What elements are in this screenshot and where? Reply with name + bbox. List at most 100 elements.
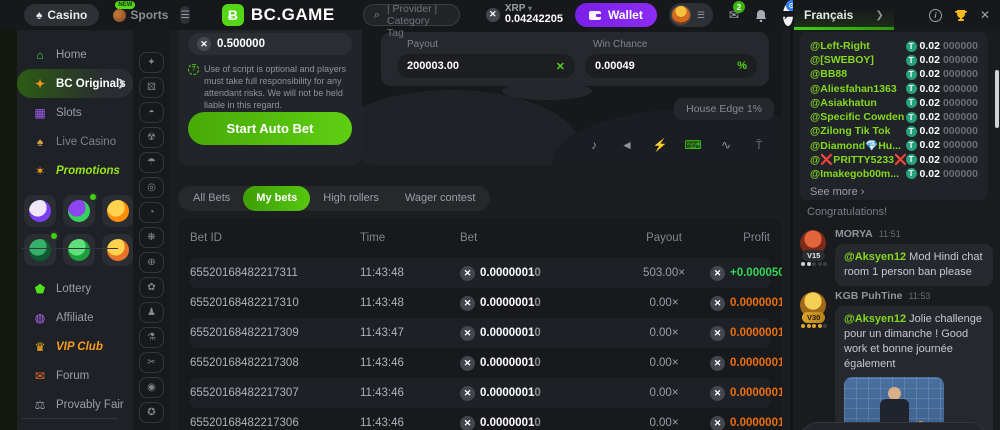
usdt-coin-icon: T — [906, 154, 917, 165]
sidebar-item-forum[interactable]: ✉ Forum — [17, 361, 133, 390]
tip-username[interactable]: @Aliesfahan1363 — [810, 83, 897, 95]
game-search-input[interactable]: ⌕ Game name | Provider | Category Tag — [363, 4, 460, 26]
tip-row[interactable]: @Zilong Tik Tok T 0.02000000 — [810, 124, 978, 138]
comet-game-icon[interactable]: ✦ — [139, 52, 164, 73]
messages-button[interactable]: ✉ 2 — [729, 6, 739, 24]
chat-scrollbar[interactable] — [995, 70, 999, 128]
table-row[interactable]: 65520168482217307 11:43:46 ✕ 0.00000010 … — [190, 378, 770, 408]
promo-tile[interactable] — [63, 195, 95, 227]
chat-rewards-button[interactable] — [954, 9, 968, 22]
casino-toggle[interactable]: ♠ Casino — [24, 4, 99, 26]
table-row[interactable]: 65520168482217311 11:43:48 ✕ 0.00000010 … — [190, 258, 770, 288]
tab-my-bets[interactable]: My bets — [243, 186, 310, 211]
win-chance-input[interactable]: 0.00049 % — [585, 54, 757, 78]
chat-username[interactable]: MORYA — [835, 228, 873, 240]
sidebar-item-label: Lottery — [56, 283, 91, 295]
tab-high-rollers[interactable]: High rollers — [310, 186, 392, 211]
promo-tile[interactable] — [102, 195, 133, 227]
trends-icon[interactable]: ∿ — [719, 138, 733, 152]
sidebar-item-vip-club[interactable]: ♛ VIP Club — [17, 332, 133, 361]
tip-username[interactable]: @Imakegob00m... — [810, 168, 899, 180]
table-row[interactable]: 65520168482217310 11:43:48 ✕ 0.00000010 … — [190, 288, 770, 318]
table-row[interactable]: 65520168482217306 11:43:46 ✕ 0.00000010 … — [190, 408, 770, 430]
tip-row[interactable]: @[SWEBOY] T 0.02000000 — [810, 53, 978, 67]
promo-tile[interactable] — [63, 234, 95, 266]
target-game-icon[interactable]: ◎ — [139, 177, 164, 198]
promo-tile[interactable] — [102, 234, 133, 266]
tip-username[interactable]: @Left-Right — [810, 40, 870, 52]
tip-username[interactable]: @Zilong Tik Tok — [810, 125, 890, 137]
bc-game-logo[interactable]: Ƀ BC.GAME — [222, 4, 335, 26]
bet-amount-input[interactable]: ✕ 0.500000 — [188, 33, 352, 55]
sidebar-item-lottery[interactable]: ⬟ Lottery — [17, 274, 133, 303]
promo-tile[interactable] — [24, 195, 56, 227]
tab-wager-contest[interactable]: Wager contest — [392, 186, 489, 211]
promo-tile-art — [29, 200, 51, 222]
crash-game-icon[interactable]: ◓ — [139, 102, 164, 123]
sidebar-item-bc-originals[interactable]: ✦ BC Originals ❯ — [17, 69, 133, 98]
bell-icon — [755, 9, 767, 22]
chat-close-button[interactable]: ✕ — [980, 8, 990, 22]
promo-tile[interactable] — [24, 234, 56, 266]
menu-toggle-button[interactable]: ☰ — [180, 6, 190, 24]
sidebar-item-provably-fair[interactable]: ⚖ Provably Fair — [17, 390, 133, 419]
turbo-icon[interactable]: ⚡ — [653, 138, 667, 152]
sidebar-item-affiliate[interactable]: ◍ Affiliate — [17, 303, 133, 332]
chat-message-input[interactable] — [800, 422, 988, 430]
balance-selector[interactable]: ✕ XRP ▾ 0.04242205 — [486, 4, 563, 26]
tip-row[interactable]: @Imakegob00m... T 0.02000000 — [810, 167, 978, 181]
eye-game-icon[interactable]: ◉ — [139, 377, 164, 398]
flower-game-icon[interactable]: ❋ — [139, 227, 164, 248]
tip-username[interactable]: @Diamond💎Hu... — [810, 139, 901, 152]
sports-toggle[interactable]: NEW Sports — [113, 8, 168, 22]
wallet-button[interactable]: Wallet — [575, 3, 657, 27]
tip-row[interactable]: @Left-Right T 0.02000000 — [810, 39, 978, 53]
sidebar-item-slots[interactable]: ▦ Slots — [17, 98, 133, 127]
sidebar-item-home[interactable]: ⌂ Home — [17, 40, 133, 69]
chat-toggle-button[interactable]: ⚙ — [783, 4, 793, 26]
tip-username[interactable]: @Specific Cowden — [810, 111, 904, 123]
notifications-button[interactable] — [755, 6, 767, 24]
tip-username[interactable]: @❌PRITTY5233❌ — [810, 153, 906, 166]
hotkeys-icon[interactable]: ⌨ — [686, 138, 700, 152]
table-row[interactable]: 65520168482217309 11:43:47 ✕ 0.00000010 … — [190, 318, 770, 348]
seeds-icon[interactable]: ⍑ — [752, 138, 766, 152]
mention-link[interactable]: @Aksyen12 — [844, 251, 906, 263]
tip-username[interactable]: @BB88 — [810, 68, 847, 80]
sports-new-badge: NEW — [115, 1, 135, 9]
tab-all-bets[interactable]: All Bets — [180, 186, 243, 211]
mines-game-icon[interactable]: ☢ — [139, 127, 164, 148]
win-chance-value: 0.00049 — [595, 60, 635, 72]
chat-rules-button[interactable]: i — [929, 9, 942, 22]
profile-menu[interactable]: ☰ — [669, 3, 713, 27]
tip-username[interactable]: @Asiakhatun — [810, 97, 877, 109]
see-more-link[interactable]: See more › — [810, 186, 978, 198]
knife-game-icon[interactable]: ✂ — [139, 352, 164, 373]
mention-link[interactable]: @Aksyen12 — [844, 313, 906, 325]
eggs-game-icon[interactable]: ◔ — [139, 202, 164, 223]
coin-game-icon[interactable]: ✪ — [139, 402, 164, 423]
tip-row[interactable]: @BB88 T 0.02000000 — [810, 67, 978, 81]
magic-hat-game-icon[interactable]: ☂ — [139, 152, 164, 173]
tip-row[interactable]: @Asiakhatun T 0.02000000 — [810, 96, 978, 110]
tip-amount: T 0.02000000 — [906, 83, 978, 95]
sidebar-item-promotions[interactable]: ✶ Promotions — [17, 156, 133, 185]
music-icon[interactable]: ♪ — [587, 138, 601, 152]
tip-row[interactable]: @❌PRITTY5233❌ T 0.02000000 — [810, 153, 978, 167]
payout-input[interactable]: 200003.00 ✕ — [397, 54, 575, 78]
sidebar-item-live-casino[interactable]: ♠ Live Casino — [17, 127, 133, 156]
tip-row[interactable]: @Aliesfahan1363 T 0.02000000 — [810, 82, 978, 96]
tip-row[interactable]: @Specific Cowden T 0.02000000 — [810, 110, 978, 124]
flask-game-icon[interactable]: ⚗ — [139, 327, 164, 348]
chess-game-icon[interactable]: ♟ — [139, 302, 164, 323]
start-auto-bet-button[interactable]: Start Auto Bet — [188, 112, 352, 145]
fruit-game-icon[interactable]: ✿ — [139, 277, 164, 298]
dice-game-icon[interactable]: ⚄ — [139, 77, 164, 98]
table-row[interactable]: 65520168482217308 11:43:46 ✕ 0.00000010 … — [190, 348, 770, 378]
tip-row[interactable]: @Diamond💎Hu... T 0.02000000 — [810, 138, 978, 152]
wheel-game-icon[interactable]: ⊕ — [139, 252, 164, 273]
chat-username[interactable]: KGB PuhTine — [835, 290, 902, 302]
sound-icon[interactable]: ◄ — [620, 138, 634, 152]
tip-username[interactable]: @[SWEBOY] — [810, 54, 874, 66]
sidebar-item-label: Promotions — [56, 165, 120, 177]
